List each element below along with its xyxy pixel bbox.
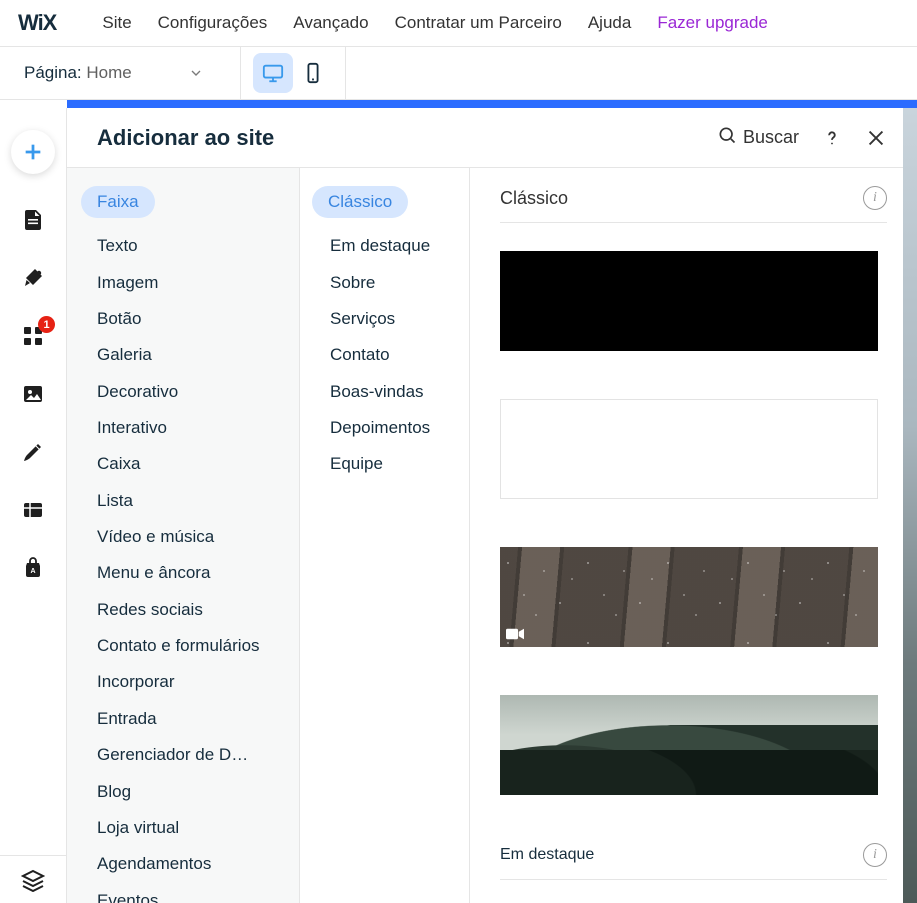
- category-video-musica[interactable]: Vídeo e música: [67, 519, 299, 555]
- category-imagem[interactable]: Imagem: [67, 265, 299, 301]
- canvas-right-edge: [903, 108, 917, 903]
- add-panel: Adicionar ao site Buscar Faixa: [67, 108, 917, 903]
- subcategory-equipe[interactable]: Equipe: [300, 446, 469, 482]
- category-lista[interactable]: Lista: [67, 483, 299, 519]
- table-icon[interactable]: [21, 498, 45, 522]
- device-mobile-button[interactable]: [293, 53, 333, 93]
- category-loja-virtual[interactable]: Loja virtual: [67, 810, 299, 846]
- category-blog[interactable]: Blog: [67, 774, 299, 810]
- menu-avancado[interactable]: Avançado: [293, 13, 368, 33]
- layers-button[interactable]: [0, 855, 66, 903]
- category-entrada[interactable]: Entrada: [67, 701, 299, 737]
- category-contato-formularios[interactable]: Contato e formulários: [67, 628, 299, 664]
- help-button[interactable]: [821, 127, 843, 149]
- menu-contratar-parceiro[interactable]: Contratar um Parceiro: [395, 13, 562, 33]
- store-icon[interactable]: A: [21, 556, 45, 580]
- category-agendamentos[interactable]: Agendamentos: [67, 846, 299, 882]
- category-menu-ancora[interactable]: Menu e âncora: [67, 555, 299, 591]
- preview-section2-header: Em destaque i: [500, 843, 887, 880]
- category-incorporar[interactable]: Incorporar: [67, 664, 299, 700]
- search-label: Buscar: [743, 127, 799, 148]
- categories-column: Faixa Texto Imagem Botão Galeria Decorat…: [67, 168, 300, 903]
- category-eventos[interactable]: Eventos: [67, 883, 299, 903]
- subcategory-sobre[interactable]: Sobre: [300, 265, 469, 301]
- preview-section-header: Clássico i: [500, 186, 887, 223]
- subcategory-contato[interactable]: Contato: [300, 337, 469, 373]
- top-menu: Site Configurações Avançado Contratar um…: [102, 13, 768, 33]
- preview-column: Clássico i Em destaque i: [470, 168, 917, 903]
- apps-icon[interactable]: 1: [21, 324, 45, 348]
- strip-preview-mountain[interactable]: [500, 695, 878, 795]
- search-button[interactable]: Buscar: [717, 125, 799, 150]
- preview-section-title: Clássico: [500, 188, 568, 209]
- strip-preview-black[interactable]: [500, 251, 878, 351]
- page-row: Página: Home: [0, 47, 917, 100]
- subcategories-column: Clássico Em destaque Sobre Serviços Cont…: [300, 168, 470, 903]
- apps-badge: 1: [38, 316, 55, 333]
- menu-ajuda[interactable]: Ajuda: [588, 13, 631, 33]
- main-area: 1 A Adicionar ao site: [0, 108, 917, 903]
- page-selector-value: Home: [86, 63, 131, 82]
- menu-configuracoes[interactable]: Configurações: [158, 13, 268, 33]
- subcategory-boas-vindas[interactable]: Boas-vindas: [300, 374, 469, 410]
- category-caixa[interactable]: Caixa: [67, 446, 299, 482]
- search-icon: [717, 125, 737, 150]
- category-faixa[interactable]: Faixa: [67, 186, 299, 228]
- add-panel-title: Adicionar ao site: [97, 125, 717, 151]
- menu-site[interactable]: Site: [102, 13, 131, 33]
- page-selector-label: Página:: [24, 63, 82, 82]
- page-selector[interactable]: Página: Home: [0, 63, 228, 83]
- design-icon[interactable]: [21, 266, 45, 290]
- category-gerenciador-dados[interactable]: Gerenciador de Da…: [67, 737, 267, 773]
- device-desktop-button[interactable]: [253, 53, 293, 93]
- category-redes-sociais[interactable]: Redes sociais: [67, 592, 299, 628]
- top-menu-bar: WiX Site Configurações Avançado Contrata…: [0, 0, 917, 47]
- pages-icon[interactable]: [21, 208, 45, 232]
- info-icon[interactable]: i: [863, 186, 887, 210]
- media-icon[interactable]: [21, 382, 45, 406]
- add-button[interactable]: [11, 130, 55, 174]
- subcategory-depoimentos[interactable]: Depoimentos: [300, 410, 469, 446]
- subcategory-em-destaque[interactable]: Em destaque: [300, 228, 469, 264]
- subcategory-classico[interactable]: Clássico: [300, 186, 469, 228]
- chevron-down-icon: [188, 65, 204, 81]
- category-decorativo[interactable]: Decorativo: [67, 374, 299, 410]
- menu-fazer-upgrade[interactable]: Fazer upgrade: [657, 13, 768, 33]
- wix-logo: WiX: [18, 10, 56, 36]
- svg-text:A: A: [30, 568, 35, 575]
- category-botao[interactable]: Botão: [67, 301, 299, 337]
- category-galeria[interactable]: Galeria: [67, 337, 299, 373]
- blog-pen-icon[interactable]: [21, 440, 45, 464]
- category-texto[interactable]: Texto: [67, 228, 299, 264]
- layers-icon: [21, 868, 45, 892]
- strip-preview-forest[interactable]: [500, 547, 878, 647]
- device-switcher: [240, 47, 346, 99]
- video-icon: [506, 627, 524, 641]
- add-panel-header: Adicionar ao site Buscar: [67, 108, 917, 168]
- info-icon-2[interactable]: i: [863, 843, 887, 867]
- category-interativo[interactable]: Interativo: [67, 410, 299, 446]
- left-toolbar: 1 A: [0, 108, 67, 903]
- subcategory-servicos[interactable]: Serviços: [300, 301, 469, 337]
- close-button[interactable]: [865, 127, 887, 149]
- preview-section2-title: Em destaque: [500, 846, 594, 864]
- strip-preview-white[interactable]: [500, 399, 878, 499]
- canvas-blue-strip: [67, 100, 917, 108]
- add-panel-body: Faixa Texto Imagem Botão Galeria Decorat…: [67, 168, 917, 903]
